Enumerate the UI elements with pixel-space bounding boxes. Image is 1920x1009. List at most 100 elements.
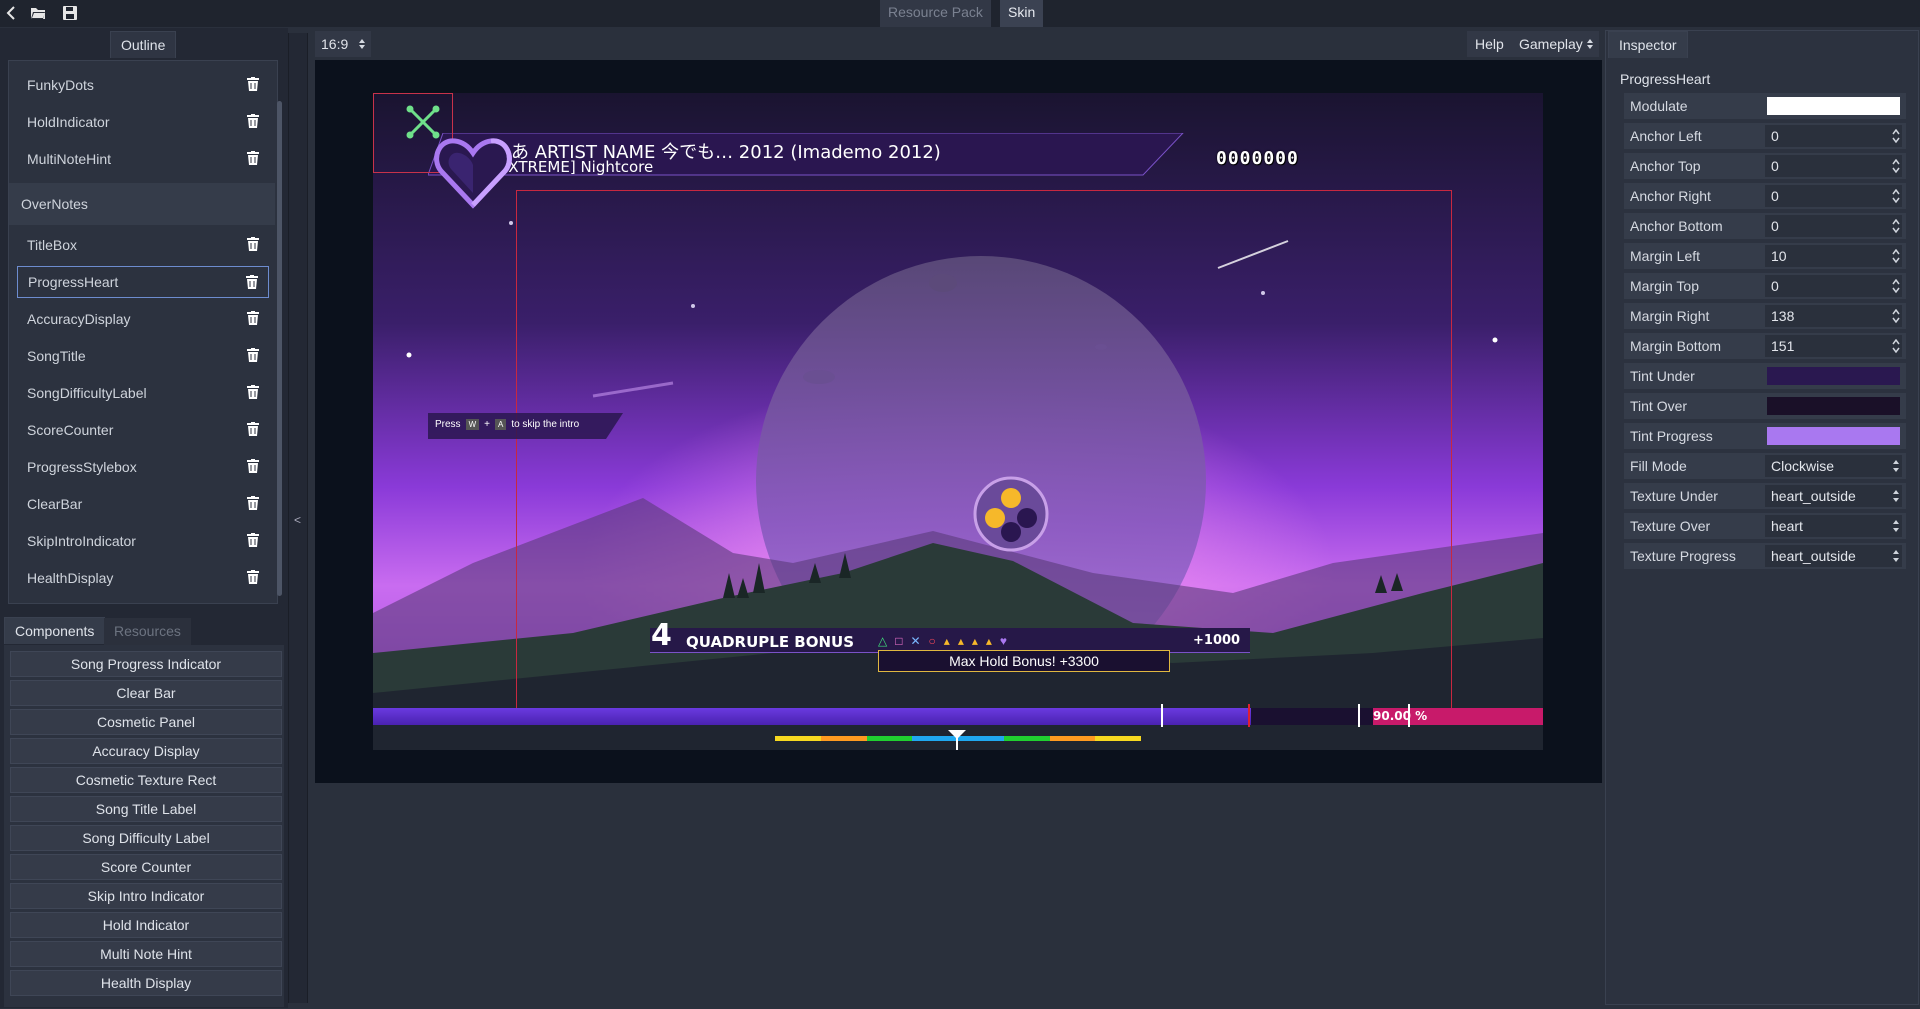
back-icon[interactable] (0, 2, 22, 24)
gameplay-mode-select[interactable]: Gameplay (1511, 31, 1599, 57)
outline-item-scorecounter[interactable]: ScoreCounter (17, 414, 269, 446)
texture-over-select[interactable]: heart (1765, 515, 1902, 537)
selection-pivot-icon[interactable] (406, 105, 440, 139)
outline-group-overnotes[interactable]: OverNotes (9, 183, 275, 225)
help-button[interactable]: Help (1467, 31, 1512, 57)
dropdown-icon[interactable] (1892, 459, 1900, 473)
trash-icon[interactable] (247, 114, 259, 128)
component-multi-note-hint-button[interactable]: Multi Note Hint (10, 941, 282, 967)
outline-item-multinotehint[interactable]: MultiNoteHint (17, 143, 269, 175)
prop-anchor-bottom[interactable]: Anchor Bottom 0 (1624, 213, 1906, 239)
anchor-right-input[interactable]: 0 (1765, 185, 1902, 207)
prop-margin-top[interactable]: Margin Top 0 (1624, 273, 1906, 299)
modulate-color-swatch[interactable] (1767, 97, 1900, 115)
outline-item-healthdisplay[interactable]: HealthDisplay (17, 562, 269, 594)
prop-anchor-top[interactable]: Anchor Top 0 (1624, 153, 1906, 179)
margin-top-input[interactable]: 0 (1765, 275, 1902, 297)
outline-scrollbar[interactable] (277, 101, 282, 596)
aspect-ratio-select[interactable]: 16:9 (315, 31, 371, 57)
prop-margin-left[interactable]: Margin Left 10 (1624, 243, 1906, 269)
outline-item-songtitle[interactable]: SongTitle (17, 340, 269, 372)
fill-mode-select[interactable]: Clockwise (1765, 455, 1902, 477)
trash-icon[interactable] (247, 570, 259, 584)
dropdown-icon[interactable] (1892, 489, 1900, 503)
game-preview[interactable]: のあ ARTIST NAME 今でも… 2012 (Imademo 2012) … (373, 93, 1543, 750)
component-clear-bar-button[interactable]: Clear Bar (10, 680, 282, 706)
tab-outline[interactable]: Outline (110, 31, 177, 58)
margin-bottom-input[interactable]: 151 (1765, 335, 1902, 357)
prop-anchor-right[interactable]: Anchor Right 0 (1624, 183, 1906, 209)
component-hold-indicator-button[interactable]: Hold Indicator (10, 912, 282, 938)
component-song-title-label-button[interactable]: Song Title Label (10, 796, 282, 822)
component-accuracy-display-button[interactable]: Accuracy Display (10, 738, 282, 764)
spinner-icon[interactable] (1892, 219, 1900, 233)
tint-progress-color-swatch[interactable] (1767, 427, 1900, 445)
trash-icon[interactable] (246, 275, 258, 289)
outline-item-funkydots[interactable]: FunkyDots (17, 69, 269, 101)
spinner-icon[interactable] (1892, 339, 1900, 353)
save-icon[interactable] (59, 2, 81, 24)
collapse-arrow-icon[interactable]: < (294, 513, 301, 527)
prop-texture-progress[interactable]: Texture Progress heart_outside (1624, 543, 1906, 569)
component-song-difficulty-label-button[interactable]: Song Difficulty Label (10, 825, 282, 851)
outline-item-accuracydisplay[interactable]: AccuracyDisplay (17, 303, 269, 335)
outline-item-progressheart[interactable]: ProgressHeart (17, 266, 269, 298)
dropdown-icon[interactable] (1892, 519, 1900, 533)
anchor-left-input[interactable]: 0 (1765, 125, 1902, 147)
spinner-icon[interactable] (1892, 189, 1900, 203)
trash-icon[interactable] (247, 533, 259, 547)
trash-icon[interactable] (247, 459, 259, 473)
trash-icon[interactable] (247, 348, 259, 362)
spinner-icon[interactable] (1892, 279, 1900, 293)
prop-margin-right[interactable]: Margin Right 138 (1624, 303, 1906, 329)
tab-components[interactable]: Components (4, 617, 106, 644)
outline-item-progressstylebox[interactable]: ProgressStylebox (17, 451, 269, 483)
prop-texture-under[interactable]: Texture Under heart_outside (1624, 483, 1906, 509)
anchor-bottom-input[interactable]: 0 (1765, 215, 1902, 237)
spinner-icon[interactable] (1892, 309, 1900, 323)
prop-fill-mode[interactable]: Fill Mode Clockwise (1624, 453, 1906, 479)
outline-item-skipintroindicator[interactable]: SkipIntroIndicator (17, 525, 269, 557)
spinner-icon[interactable] (1892, 159, 1900, 173)
outline-item-titlebox[interactable]: TitleBox (17, 229, 269, 261)
component-cosmetic-panel-button[interactable]: Cosmetic Panel (10, 709, 282, 735)
anchor-top-input[interactable]: 0 (1765, 155, 1902, 177)
tint-under-color-swatch[interactable] (1767, 367, 1900, 385)
panel-collapse-divider[interactable]: < (288, 33, 308, 1003)
trash-icon[interactable] (247, 237, 259, 251)
prop-margin-bottom[interactable]: Margin Bottom 151 (1624, 333, 1906, 359)
component-cosmetic-texture-rect-button[interactable]: Cosmetic Texture Rect (10, 767, 282, 793)
component-health-display-button[interactable]: Health Display (10, 970, 282, 996)
progress-heart[interactable] (433, 133, 513, 213)
component-song-progress-indicator-button[interactable]: Song Progress Indicator (10, 651, 282, 677)
trash-icon[interactable] (247, 151, 259, 165)
spinner-icon[interactable] (1892, 129, 1900, 143)
outline-item-songdifficultylabel[interactable]: SongDifficultyLabel (17, 377, 269, 409)
tab-skin[interactable]: Skin (1000, 0, 1044, 27)
trash-icon[interactable] (247, 422, 259, 436)
component-score-counter-button[interactable]: Score Counter (10, 854, 282, 880)
prop-modulate[interactable]: Modulate (1624, 93, 1906, 119)
prop-tint-progress[interactable]: Tint Progress (1624, 423, 1906, 449)
texture-progress-select[interactable]: heart_outside (1765, 545, 1902, 567)
prop-anchor-left[interactable]: Anchor Left 0 (1624, 123, 1906, 149)
prop-texture-over[interactable]: Texture Over heart (1624, 513, 1906, 539)
trash-icon[interactable] (247, 385, 259, 399)
trash-icon[interactable] (247, 77, 259, 91)
margin-left-input[interactable]: 10 (1765, 245, 1902, 267)
trash-icon[interactable] (247, 496, 259, 510)
open-folder-icon[interactable] (27, 2, 49, 24)
tab-inspector[interactable]: Inspector (1608, 31, 1688, 58)
spinner-icon[interactable] (1892, 249, 1900, 263)
component-skip-intro-indicator-button[interactable]: Skip Intro Indicator (10, 883, 282, 909)
tab-resource-pack[interactable]: Resource Pack (880, 0, 991, 27)
outline-item-clearbar[interactable]: ClearBar (17, 488, 269, 520)
tint-over-color-swatch[interactable] (1767, 397, 1900, 415)
trash-icon[interactable] (247, 311, 259, 325)
game-viewport[interactable]: のあ ARTIST NAME 今でも… 2012 (Imademo 2012) … (315, 60, 1602, 783)
tab-resources[interactable]: Resources (104, 618, 191, 645)
prop-tint-over[interactable]: Tint Over (1624, 393, 1906, 419)
margin-right-input[interactable]: 138 (1765, 305, 1902, 327)
texture-under-select[interactable]: heart_outside (1765, 485, 1902, 507)
dropdown-icon[interactable] (1892, 549, 1900, 563)
